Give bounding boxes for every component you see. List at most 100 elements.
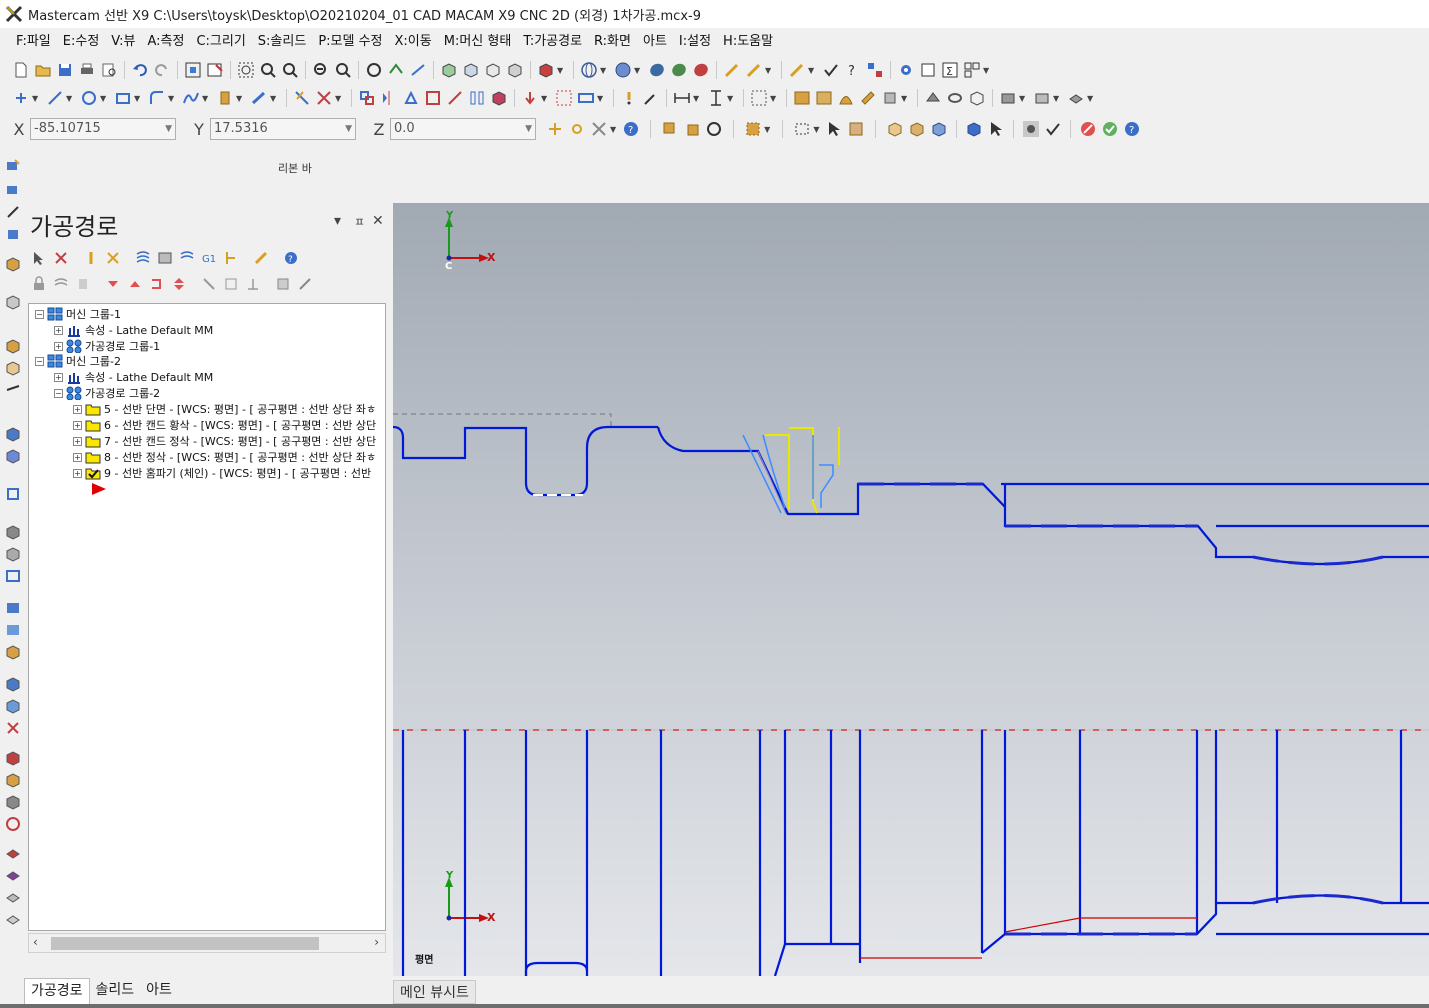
graphics-viewport[interactable]: Y X C Y X 평면 <box>393 203 1429 976</box>
layer-purple-icon[interactable] <box>5 868 21 884</box>
lathe-drill-icon[interactable] <box>5 204 21 220</box>
c-axis-3-icon[interactable] <box>5 568 21 584</box>
xform-rotate-icon[interactable] <box>402 89 420 107</box>
surface-ruled-icon[interactable] <box>815 89 833 107</box>
simulate-icon[interactable] <box>179 250 195 266</box>
gview-icon[interactable] <box>387 61 405 79</box>
tab-art[interactable]: 아트 <box>140 978 178 1004</box>
menu-solids[interactable]: S:솔리드 <box>252 31 313 53</box>
tab-main-viewsheet[interactable]: 메인 뷰시트 <box>393 980 476 1004</box>
scroll-left-icon[interactable]: ‹ <box>33 935 38 949</box>
grid-dots-icon[interactable] <box>555 89 573 107</box>
misc-op-2-icon[interactable] <box>5 622 21 638</box>
select-all-ops-icon[interactable] <box>31 250 47 266</box>
open-folder-icon[interactable] <box>34 61 52 79</box>
stock-transfer-icon[interactable] <box>5 720 21 736</box>
cutoff-icon[interactable] <box>5 448 21 464</box>
vertical-select-icon[interactable] <box>965 120 983 138</box>
edit-properties-icon[interactable] <box>297 276 313 292</box>
insert-icon[interactable] <box>171 276 187 292</box>
tab-toolpaths[interactable]: 가공경로 <box>24 978 90 1004</box>
menu-art[interactable]: 아트 <box>637 31 673 53</box>
pencil-2-icon[interactable] <box>745 61 763 79</box>
surface-flat-icon[interactable] <box>793 89 811 107</box>
expand-icon[interactable]: + <box>73 404 82 414</box>
dim-horizontal-icon[interactable] <box>673 89 691 107</box>
z-coordinate-input[interactable]: 0.0 ▼ <box>390 118 536 140</box>
c-axis-icon[interactable] <box>5 524 21 540</box>
menu-screen[interactable]: R:화면 <box>588 31 637 53</box>
steady-rest-icon[interactable] <box>5 360 21 376</box>
xform-translate-icon[interactable] <box>358 89 376 107</box>
surface-revolve-icon[interactable] <box>837 89 855 107</box>
box-select-icon[interactable] <box>577 89 595 107</box>
misc-op-3-icon[interactable] <box>5 644 21 660</box>
shaded-2-icon[interactable] <box>670 61 688 79</box>
xform-cube-icon[interactable] <box>490 89 508 107</box>
lathe-finish-icon[interactable] <box>5 182 21 198</box>
menu-machine-type[interactable]: M:머신 형태 <box>438 31 518 53</box>
group-icon[interactable] <box>223 276 239 292</box>
menu-help[interactable]: H:도움말 <box>717 31 779 53</box>
verify-selected-icon[interactable] <box>157 250 173 266</box>
g1-post-icon[interactable]: G1 <box>201 250 217 266</box>
help-2-icon[interactable]: ? <box>1123 120 1141 138</box>
menu-create[interactable]: C:그리기 <box>190 31 251 53</box>
new-file-icon[interactable] <box>12 61 30 79</box>
shaded-3-icon[interactable] <box>692 61 710 79</box>
tree-operation-7[interactable]: + 7 - 선반 캔드 정삭 - [WCS: 평면] - [ 공구평면 : 선반… <box>73 433 376 449</box>
plane-icon[interactable] <box>409 61 427 79</box>
cylinder-icon[interactable] <box>216 89 234 107</box>
menu-toolpaths[interactable]: T:가공경로 <box>517 31 588 53</box>
collapse-icon[interactable]: − <box>35 356 44 366</box>
chevron-down-icon[interactable]: ▼ <box>610 125 616 134</box>
layer-grey-icon[interactable] <box>5 890 21 906</box>
tree-operation-6[interactable]: + 6 - 선반 캔드 황삭 - [WCS: 평면] - [ 공구평면 : 선반… <box>73 417 376 433</box>
surface-sweep-icon[interactable] <box>859 89 877 107</box>
note-icon[interactable] <box>620 89 638 107</box>
help-icon[interactable]: ? <box>283 250 299 266</box>
scrollbar-thumb[interactable] <box>51 937 319 950</box>
zoom-target-icon[interactable] <box>259 61 277 79</box>
machine-sim-icon[interactable] <box>275 276 291 292</box>
expand-icon[interactable]: + <box>73 436 82 446</box>
surface-extrude-icon[interactable] <box>881 89 899 107</box>
tree-toolpath-group-1[interactable]: + 가공경로 그룹-1 <box>54 338 160 354</box>
leader-icon[interactable] <box>642 89 660 107</box>
print-preview-icon[interactable] <box>100 61 118 79</box>
wireframe-sphere-icon[interactable] <box>580 61 598 79</box>
ok-icon[interactable] <box>1101 120 1119 138</box>
menu-edit[interactable]: E:수정 <box>57 31 106 53</box>
panel-menu-button[interactable]: ▾ <box>334 213 341 229</box>
tree-machine-group-2[interactable]: − 머신 그룹-2 <box>35 353 121 369</box>
save-icon[interactable] <box>56 61 74 79</box>
regen-dirty-icon[interactable] <box>105 250 121 266</box>
stock-flip-icon[interactable] <box>5 676 21 692</box>
rectangle-icon[interactable] <box>114 89 132 107</box>
front-view-icon[interactable] <box>462 61 480 79</box>
solid-revolve-icon[interactable] <box>946 89 964 107</box>
cursor-icon[interactable] <box>825 120 843 138</box>
body-select-icon[interactable] <box>930 120 948 138</box>
tree-toolpath-group-2[interactable]: − 가공경로 그룹-2 <box>54 385 160 401</box>
hatch-icon[interactable] <box>750 89 768 107</box>
y-coordinate-input[interactable]: 17.5316 ▼ <box>210 118 356 140</box>
fit-icon[interactable] <box>184 61 202 79</box>
redo-icon[interactable] <box>153 61 171 79</box>
select-all-icon[interactable] <box>744 120 762 138</box>
stock-advance-icon[interactable] <box>5 698 21 714</box>
level-icon[interactable] <box>661 120 679 138</box>
solid-shell-icon[interactable] <box>1033 89 1051 107</box>
analyze-icon[interactable] <box>788 61 806 79</box>
tree-properties-2[interactable]: + 속성 - Lathe Default MM <box>54 369 213 385</box>
xform-columns-icon[interactable] <box>468 89 486 107</box>
chevron-down-icon[interactable]: ▼ <box>813 125 819 134</box>
contour-icon[interactable] <box>5 486 21 502</box>
toggle-post-icon[interactable] <box>75 276 91 292</box>
expand-icon[interactable]: + <box>73 468 82 478</box>
insert-after-icon[interactable] <box>149 276 165 292</box>
move-down-icon[interactable] <box>105 276 121 292</box>
fillet-icon[interactable] <box>148 89 166 107</box>
chevron-down-icon[interactable]: ▼ <box>525 119 532 139</box>
tool-3-icon[interactable] <box>5 794 21 810</box>
